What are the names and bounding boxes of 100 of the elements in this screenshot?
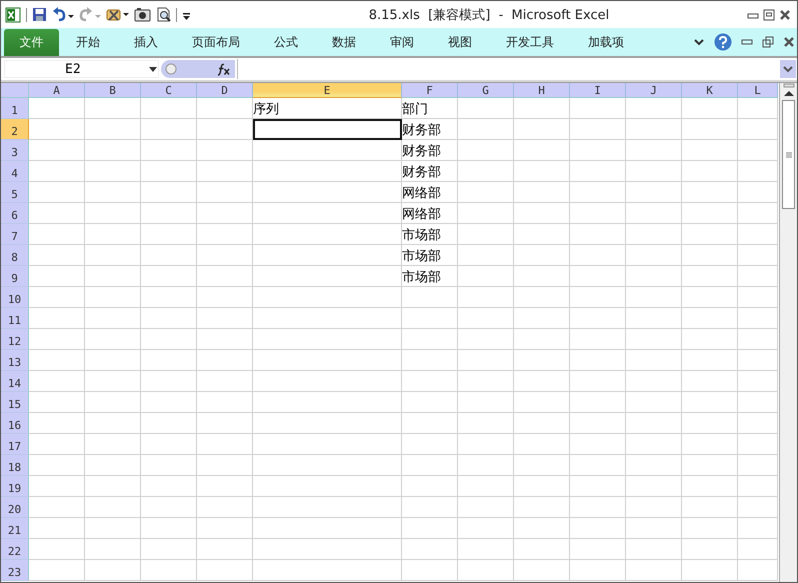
- spreadsheet-cell[interactable]: [85, 560, 141, 581]
- spreadsheet-cell[interactable]: [570, 182, 626, 203]
- spreadsheet-cell[interactable]: [253, 266, 402, 287]
- spreadsheet-cell[interactable]: [253, 413, 402, 434]
- spreadsheet-cell[interactable]: [402, 329, 458, 350]
- spreadsheet-cell[interactable]: [85, 224, 141, 245]
- spreadsheet-cell[interactable]: [626, 560, 682, 581]
- spreadsheet-cell[interactable]: [458, 455, 514, 476]
- spreadsheet-cell[interactable]: [402, 434, 458, 455]
- spreadsheet-cell[interactable]: [682, 140, 738, 161]
- spreadsheet-cell[interactable]: [197, 287, 253, 308]
- file-tab[interactable]: 文件: [4, 29, 59, 56]
- scroll-up-arrow-icon[interactable]: [782, 88, 796, 98]
- spreadsheet-cell[interactable]: [514, 497, 570, 518]
- spreadsheet-cell[interactable]: [626, 287, 682, 308]
- spreadsheet-cell[interactable]: [197, 539, 253, 560]
- spreadsheet-cell[interactable]: [458, 350, 514, 371]
- spreadsheet-cell[interactable]: [29, 245, 85, 266]
- spreadsheet-cell[interactable]: [682, 476, 738, 497]
- spreadsheet-cell[interactable]: [141, 350, 197, 371]
- spreadsheet-cell[interactable]: [29, 371, 85, 392]
- spreadsheet-cell[interactable]: 市场部: [402, 266, 458, 287]
- spreadsheet-cell[interactable]: [458, 518, 514, 539]
- spreadsheet-cell[interactable]: [682, 203, 738, 224]
- row-header[interactable]: 18: [1, 455, 29, 476]
- spreadsheet-cell[interactable]: [141, 245, 197, 266]
- row-header[interactable]: 3: [1, 140, 29, 161]
- spreadsheet-cell[interactable]: [253, 476, 402, 497]
- row-header[interactable]: 1: [1, 98, 29, 119]
- spreadsheet-cell[interactable]: [626, 203, 682, 224]
- column-header[interactable]: K: [682, 83, 738, 98]
- spreadsheet-cell[interactable]: [402, 308, 458, 329]
- spreadsheet-cell[interactable]: [458, 476, 514, 497]
- spreadsheet-cell[interactable]: [402, 560, 458, 581]
- spreadsheet-cell[interactable]: [141, 539, 197, 560]
- insert-function-icon[interactable]: [216, 62, 231, 76]
- spreadsheet-cell[interactable]: [738, 560, 778, 581]
- spreadsheet-cell[interactable]: [738, 455, 778, 476]
- spreadsheet-cell[interactable]: [458, 413, 514, 434]
- column-header[interactable]: H: [514, 83, 570, 98]
- row-header[interactable]: 9: [1, 266, 29, 287]
- spreadsheet-cell[interactable]: [85, 413, 141, 434]
- spreadsheet-cell[interactable]: [626, 161, 682, 182]
- spreadsheet-cell[interactable]: [197, 371, 253, 392]
- close-icon[interactable]: [779, 8, 791, 20]
- spreadsheet-cell[interactable]: [738, 518, 778, 539]
- spreadsheet-cell[interactable]: [29, 161, 85, 182]
- ribbon-tab[interactable]: 开始: [59, 29, 117, 55]
- spreadsheet-cell[interactable]: [29, 434, 85, 455]
- spreadsheet-cell[interactable]: [626, 497, 682, 518]
- spreadsheet-cell[interactable]: [141, 413, 197, 434]
- spreadsheet-cell[interactable]: [402, 497, 458, 518]
- spreadsheet-cell[interactable]: [85, 203, 141, 224]
- row-header[interactable]: 5: [1, 182, 29, 203]
- column-header[interactable]: D: [197, 83, 253, 98]
- spreadsheet-cell[interactable]: [253, 329, 402, 350]
- spreadsheet-cell[interactable]: [458, 224, 514, 245]
- spreadsheet-cell[interactable]: [85, 329, 141, 350]
- spreadsheet-cell[interactable]: [197, 329, 253, 350]
- spreadsheet-cell[interactable]: [253, 497, 402, 518]
- column-header[interactable]: L: [738, 83, 778, 98]
- spreadsheet-cell[interactable]: 市场部: [402, 245, 458, 266]
- spreadsheet-cell[interactable]: [738, 308, 778, 329]
- spreadsheet-cell[interactable]: [29, 518, 85, 539]
- row-header[interactable]: 11: [1, 308, 29, 329]
- spreadsheet-cell[interactable]: [458, 140, 514, 161]
- spreadsheet-cell[interactable]: [85, 497, 141, 518]
- camera-icon[interactable]: [134, 7, 151, 22]
- spreadsheet-cell[interactable]: [141, 287, 197, 308]
- spreadsheet-cell[interactable]: [85, 518, 141, 539]
- spreadsheet-cell[interactable]: [626, 476, 682, 497]
- spreadsheet-cell[interactable]: [626, 392, 682, 413]
- spreadsheet-cell[interactable]: [85, 392, 141, 413]
- undo-icon[interactable]: [52, 7, 74, 22]
- spreadsheet-cell[interactable]: [29, 350, 85, 371]
- spreadsheet-cell[interactable]: [402, 371, 458, 392]
- spreadsheet-cell[interactable]: [29, 203, 85, 224]
- row-header[interactable]: 23: [1, 560, 29, 581]
- spreadsheet-cell[interactable]: [402, 287, 458, 308]
- spreadsheet-cell[interactable]: [514, 203, 570, 224]
- spreadsheet-cell[interactable]: [626, 224, 682, 245]
- spreadsheet-cell[interactable]: [29, 476, 85, 497]
- redo-icon[interactable]: [79, 7, 101, 22]
- spreadsheet-cell[interactable]: [197, 350, 253, 371]
- spreadsheet-cell[interactable]: [458, 161, 514, 182]
- spreadsheet-cell[interactable]: [514, 98, 570, 119]
- ribbon-tab[interactable]: 数据: [315, 29, 373, 55]
- spreadsheet-cell[interactable]: [570, 266, 626, 287]
- spreadsheet-cell[interactable]: [514, 518, 570, 539]
- spreadsheet-cell[interactable]: [514, 539, 570, 560]
- spreadsheet-cell[interactable]: [458, 98, 514, 119]
- spreadsheet-cell[interactable]: [458, 308, 514, 329]
- spreadsheet-cell[interactable]: [253, 350, 402, 371]
- spreadsheet-cell[interactable]: [682, 287, 738, 308]
- spreadsheet-cell[interactable]: [514, 224, 570, 245]
- spreadsheet-cell[interactable]: [253, 539, 402, 560]
- spreadsheet-cell[interactable]: [682, 182, 738, 203]
- spreadsheet-cell[interactable]: [29, 539, 85, 560]
- spreadsheet-cell[interactable]: [738, 434, 778, 455]
- spreadsheet-cell[interactable]: [402, 392, 458, 413]
